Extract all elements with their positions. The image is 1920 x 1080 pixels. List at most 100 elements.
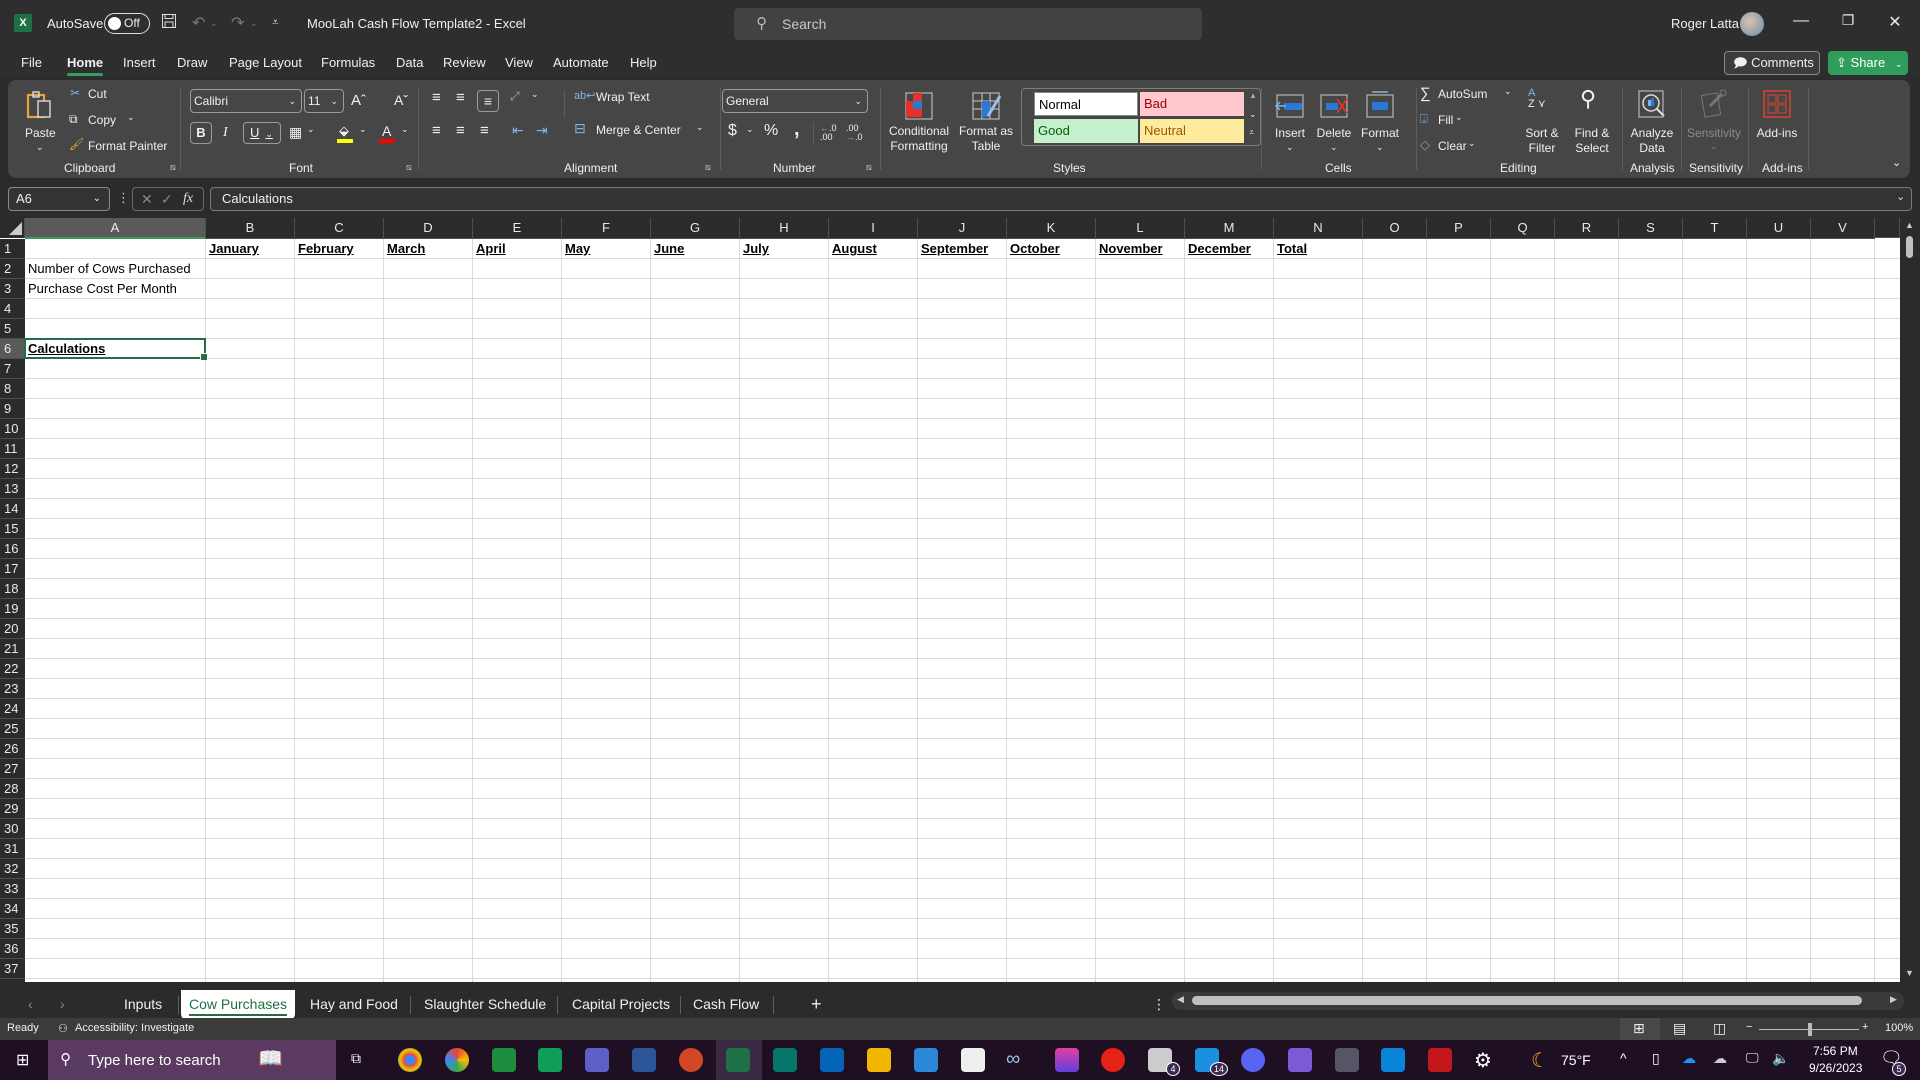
row-header-25[interactable]: 25 (0, 719, 25, 739)
spreadsheet-grid[interactable]: ABCDEFGHIJKLMNOPQRSTUV 1 2 3 4 5 6 7 8 9 10 11 12 13… (0, 218, 1900, 982)
scroll-up-icon[interactable]: ▲ (1905, 220, 1914, 230)
teams-icon[interactable] (585, 1048, 609, 1072)
row-header-33[interactable]: 33 (0, 879, 25, 899)
redo-dropdown-icon[interactable]: ⌄ (250, 18, 258, 29)
column-header-E[interactable]: E (473, 218, 562, 239)
customize-qat-icon[interactable]: ⩡ (272, 15, 279, 30)
row-header-15[interactable]: 15 (0, 519, 25, 539)
decrease-decimal-icon[interactable]: .00 →.0 (846, 124, 863, 142)
column-header-N[interactable]: N (1274, 218, 1363, 239)
powerpoint-icon[interactable] (679, 1048, 703, 1072)
cell-A3[interactable]: Purchase Cost Per Month (25, 279, 177, 299)
bottom-align-icon[interactable]: ≡ (477, 90, 499, 112)
comma-button[interactable]: , (794, 118, 800, 141)
normal-view-button[interactable]: ⊞ (1620, 1018, 1660, 1040)
column-header-G[interactable]: G (651, 218, 740, 239)
cell-N1[interactable]: Total (1274, 239, 1307, 259)
chrome-icon[interactable] (398, 1048, 422, 1072)
tab-file[interactable]: File (21, 55, 42, 70)
formula-input[interactable]: Calculations (210, 187, 1912, 211)
row-header-17[interactable]: 17 (0, 559, 25, 579)
clear-button[interactable]: ◇ Clear ⌄ (1420, 137, 1480, 157)
row-header-18[interactable]: 18 (0, 579, 25, 599)
column-header-B[interactable]: B (206, 218, 295, 239)
vertical-scrollbar[interactable]: ▲ ▼ (1900, 218, 1920, 982)
font-color-dropdown-icon[interactable]: ⌄ (401, 124, 409, 135)
onedrive-icon[interactable]: ☁ (1682, 1050, 1696, 1067)
cell-H1[interactable]: July (740, 239, 769, 259)
row-header-4[interactable]: 4 (0, 299, 25, 319)
pdf-app-icon[interactable] (1428, 1048, 1452, 1072)
zoom-in-icon[interactable]: + (1862, 1021, 1868, 1033)
row-header-8[interactable]: 8 (0, 379, 25, 399)
align-center-icon[interactable]: ≡ (456, 122, 465, 139)
cut-button[interactable]: Cut (88, 87, 107, 101)
row-header-38[interactable]: 38 (0, 979, 25, 982)
number-launcher-icon[interactable]: ⧅ (866, 162, 872, 173)
style-neutral[interactable]: Neutral (1140, 119, 1244, 143)
font-size-dropdown[interactable]: 11 ⌄ (304, 89, 344, 113)
gallery-more-icon[interactable]: ⩡ (1249, 127, 1254, 138)
column-header-I[interactable]: I (829, 218, 918, 239)
decrease-font-size-icon[interactable]: Aˇ (394, 92, 408, 108)
horizontal-scrollbar[interactable]: ◀ ▶ (1172, 992, 1904, 1010)
accessibility-status[interactable]: Accessibility: Investigate (75, 1022, 194, 1034)
row-header-22[interactable]: 22 (0, 659, 25, 679)
row-header-24[interactable]: 24 (0, 699, 25, 719)
zoom-out-icon[interactable]: − (1746, 1021, 1752, 1033)
format-painter-button[interactable]: Format Painter (88, 139, 167, 153)
clipboard-launcher-icon[interactable]: ⧅ (170, 162, 176, 173)
clock-time[interactable]: 7:56 PM (1813, 1044, 1858, 1058)
zoom-level[interactable]: 100% (1885, 1022, 1913, 1034)
search-input[interactable]: ⚲ Search (734, 8, 1202, 40)
fill-color-button[interactable]: ⬙ (336, 123, 356, 145)
column-header-P[interactable]: P (1427, 218, 1491, 239)
underline-button[interactable]: U ⌄ (243, 122, 281, 144)
tab-data[interactable]: Data (396, 55, 423, 70)
restore-icon[interactable]: ❐ (1833, 12, 1863, 29)
column-header-R[interactable]: R (1555, 218, 1619, 239)
row-header-5[interactable]: 5 (0, 319, 25, 339)
paste-button[interactable]: Paste ⌄ (20, 86, 62, 156)
column-header-O[interactable]: O (1363, 218, 1427, 239)
find-select-button[interactable]: ⚲ Find & Select (1568, 86, 1616, 158)
cell-E1[interactable]: April (473, 239, 506, 259)
autosum-button[interactable]: ∑ AutoSum ⌄ (1420, 85, 1512, 105)
bold-button[interactable]: B (190, 122, 212, 144)
column-header-T[interactable]: T (1683, 218, 1747, 239)
avatar[interactable] (1740, 12, 1764, 36)
percent-button[interactable]: % (764, 122, 778, 140)
decrease-indent-icon[interactable]: ⇤ (512, 122, 524, 139)
copy-button[interactable]: Copy (88, 113, 116, 127)
row-header-13[interactable]: 13 (0, 479, 25, 499)
insert-button[interactable]: Insert ⌄ (1270, 86, 1310, 158)
increase-font-size-icon[interactable]: Aˆ (351, 92, 366, 109)
cell-M1[interactable]: December (1185, 239, 1251, 259)
autosave-toggle[interactable]: Off (104, 13, 150, 34)
row-header-20[interactable]: 20 (0, 619, 25, 639)
row-header-31[interactable]: 31 (0, 839, 25, 859)
orientation-icon[interactable]: ⤢ (510, 89, 520, 104)
delete-button[interactable]: Delete ⌄ (1314, 86, 1354, 158)
font-name-dropdown[interactable]: Calibri ⌄ (190, 89, 302, 113)
font-launcher-icon[interactable]: ⧅ (406, 162, 412, 173)
expand-formula-bar-icon[interactable]: ⌄ (1896, 190, 1905, 203)
cell-C1[interactable]: February (295, 239, 354, 259)
redo-icon[interactable]: ↷ (231, 13, 244, 33)
tab-page-layout[interactable]: Page Layout (229, 55, 302, 70)
zoom-slider-thumb[interactable] (1808, 1023, 1812, 1036)
conditional-formatting-button[interactable]: Conditional Formatting (886, 86, 952, 158)
style-normal[interactable]: Normal (1034, 92, 1138, 116)
row-header-1[interactable]: 1 (0, 239, 25, 259)
row-header-7[interactable]: 7 (0, 359, 25, 379)
onedrive-personal-icon[interactable]: ☁ (1713, 1050, 1727, 1067)
cell-I1[interactable]: August (829, 239, 877, 259)
sheet-tab-inputs[interactable]: Inputs (124, 990, 162, 1020)
row-header-3[interactable]: 3 (0, 279, 25, 299)
row-header-23[interactable]: 23 (0, 679, 25, 699)
calculator-icon[interactable] (1335, 1048, 1359, 1072)
alignment-launcher-icon[interactable]: ⧅ (705, 162, 711, 173)
currency-button[interactable]: $ (728, 122, 737, 140)
align-right-icon[interactable]: ≡ (480, 122, 489, 139)
sheet-tab-cow-purchases[interactable]: Cow Purchases (181, 990, 296, 1020)
